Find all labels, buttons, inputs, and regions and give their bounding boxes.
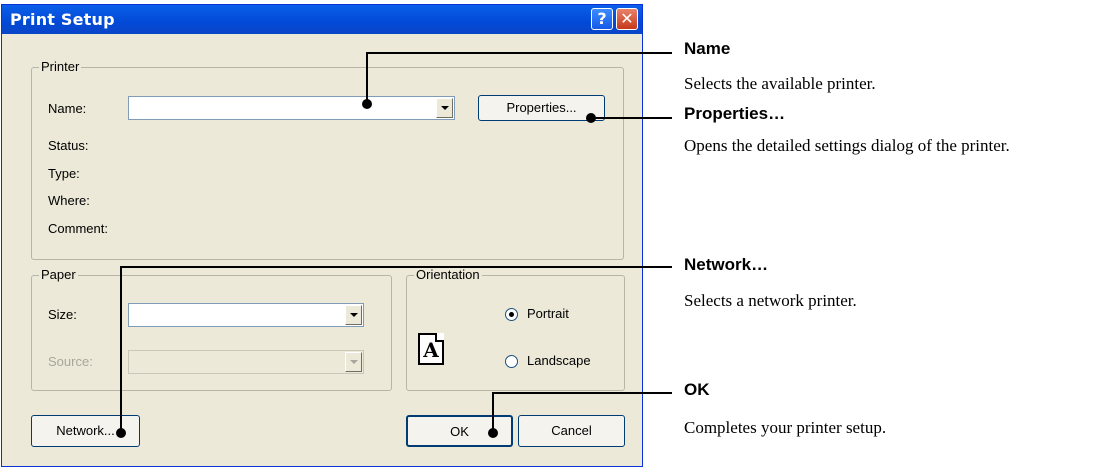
paper-source-select[interactable] [128,350,364,374]
name-callout-line-h [366,52,672,54]
orientation-group-label: Orientation [414,267,482,282]
properties-callout-dot [586,113,596,123]
annotation-name-desc: Selects the available printer. [684,74,876,93]
name-callout-line-v [366,52,368,104]
paper-size-select[interactable] [128,303,364,327]
ok-callout-line-v [492,392,494,432]
paper-group-label: Paper [39,267,78,282]
print-setup-dialog: Print Setup ? ✕ Printer Name: Properties… [1,4,643,467]
name-callout-dot [362,99,372,109]
portrait-radio[interactable] [505,308,518,321]
network-callout-line-h [120,266,672,268]
annotation-ok-title: OK [684,380,710,399]
paper-size-label: Size: [48,307,77,322]
landscape-radio[interactable] [505,355,518,368]
comment-label: Comment: [48,221,108,236]
printer-group-label: Printer [39,59,82,74]
printer-name-select[interactable] [128,96,455,120]
chevron-down-icon[interactable] [345,352,362,372]
type-label: Type: [48,166,80,181]
status-label: Status: [48,138,89,153]
portrait-page-icon: A [418,333,444,365]
help-icon[interactable]: ? [591,8,613,30]
ok-callout-dot [488,428,498,438]
properties-callout-line-h [590,117,672,119]
dialog-title: Print Setup [10,10,115,29]
network-callout-line-v [120,266,122,432]
printer-name-label: Name: [48,101,87,116]
annotation-properties-desc: Opens the detailed settings dialog of th… [684,136,1010,155]
portrait-label[interactable]: Portrait [527,306,569,321]
network-callout-dot [116,428,126,438]
paper-source-label: Source: [48,354,93,369]
ok-callout-line-h [492,392,672,394]
annotation-network-desc: Selects a network printer. [684,291,857,310]
annotation-network-title: Network… [684,255,769,274]
title-bar[interactable]: Print Setup ? ✕ [2,5,642,34]
annotation-properties-title: Properties… [684,104,786,123]
chevron-down-icon[interactable] [345,305,362,325]
where-label: Where: [48,193,90,208]
landscape-label[interactable]: Landscape [527,353,591,368]
annotation-name-title: Name [684,39,731,58]
chevron-down-icon[interactable] [436,98,453,118]
cancel-button[interactable]: Cancel [518,415,625,447]
annotation-ok-desc: Completes your printer setup. [684,418,887,437]
close-icon[interactable]: ✕ [616,8,638,30]
